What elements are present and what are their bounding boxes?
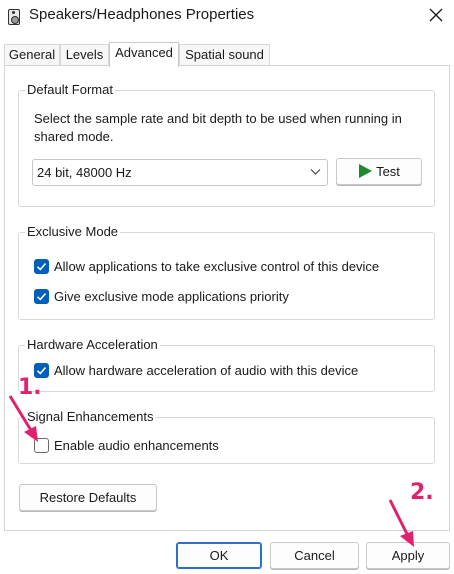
speaker-icon: [8, 9, 20, 25]
default-format-description: Select the sample rate and bit depth to …: [34, 111, 402, 144]
exclusive-control-checkbox[interactable]: [34, 259, 49, 274]
chevron-down-icon: [310, 169, 321, 175]
signal-enhancements-title: Signal Enhancements: [25, 409, 156, 425]
test-button[interactable]: Test: [336, 158, 422, 185]
format-select[interactable]: 24 bit, 48000 Hz: [32, 159, 328, 186]
test-button-label: Test: [376, 164, 400, 179]
checkmark-icon: [36, 292, 47, 301]
exclusive-priority-checkbox[interactable]: [34, 289, 49, 304]
restore-defaults-button[interactable]: Restore Defaults: [19, 484, 157, 511]
close-button[interactable]: [418, 0, 454, 30]
exclusive-mode-group: [18, 232, 435, 320]
cancel-button[interactable]: Cancel: [270, 542, 359, 569]
step-2-arrow-icon: [388, 499, 414, 547]
step-1-arrow-icon: [8, 395, 38, 442]
title-bar: Speakers/Headphones Properties: [0, 0, 454, 34]
play-icon: [359, 164, 373, 178]
tab-levels[interactable]: Levels: [60, 44, 109, 66]
tab-advanced[interactable]: Advanced: [109, 42, 179, 67]
default-format-title: Default Format: [25, 82, 115, 98]
hardware-acceleration-title: Hardware Acceleration: [25, 337, 160, 353]
tab-strip: General Levels Advanced Spatial sound: [4, 42, 450, 67]
default-format-group: [18, 90, 435, 207]
hardware-acceleration-label: Allow hardware acceleration of audio wit…: [54, 363, 359, 378]
audio-enhancements-label: Enable audio enhancements: [54, 438, 219, 453]
ok-button[interactable]: OK: [176, 542, 262, 569]
tab-spatial-sound[interactable]: Spatial sound: [179, 44, 270, 66]
checkmark-icon: [36, 262, 47, 271]
exclusive-mode-title: Exclusive Mode: [25, 224, 121, 240]
format-select-value: 24 bit, 48000 Hz: [37, 165, 132, 180]
exclusive-control-label: Allow applications to take exclusive con…: [54, 259, 380, 274]
close-icon: [429, 8, 443, 22]
tab-general[interactable]: General: [4, 44, 60, 66]
window-title: Speakers/Headphones Properties: [29, 6, 255, 23]
exclusive-priority-label: Give exclusive mode applications priorit…: [54, 289, 289, 304]
properties-dialog: Speakers/Headphones Properties General L…: [0, 0, 454, 574]
